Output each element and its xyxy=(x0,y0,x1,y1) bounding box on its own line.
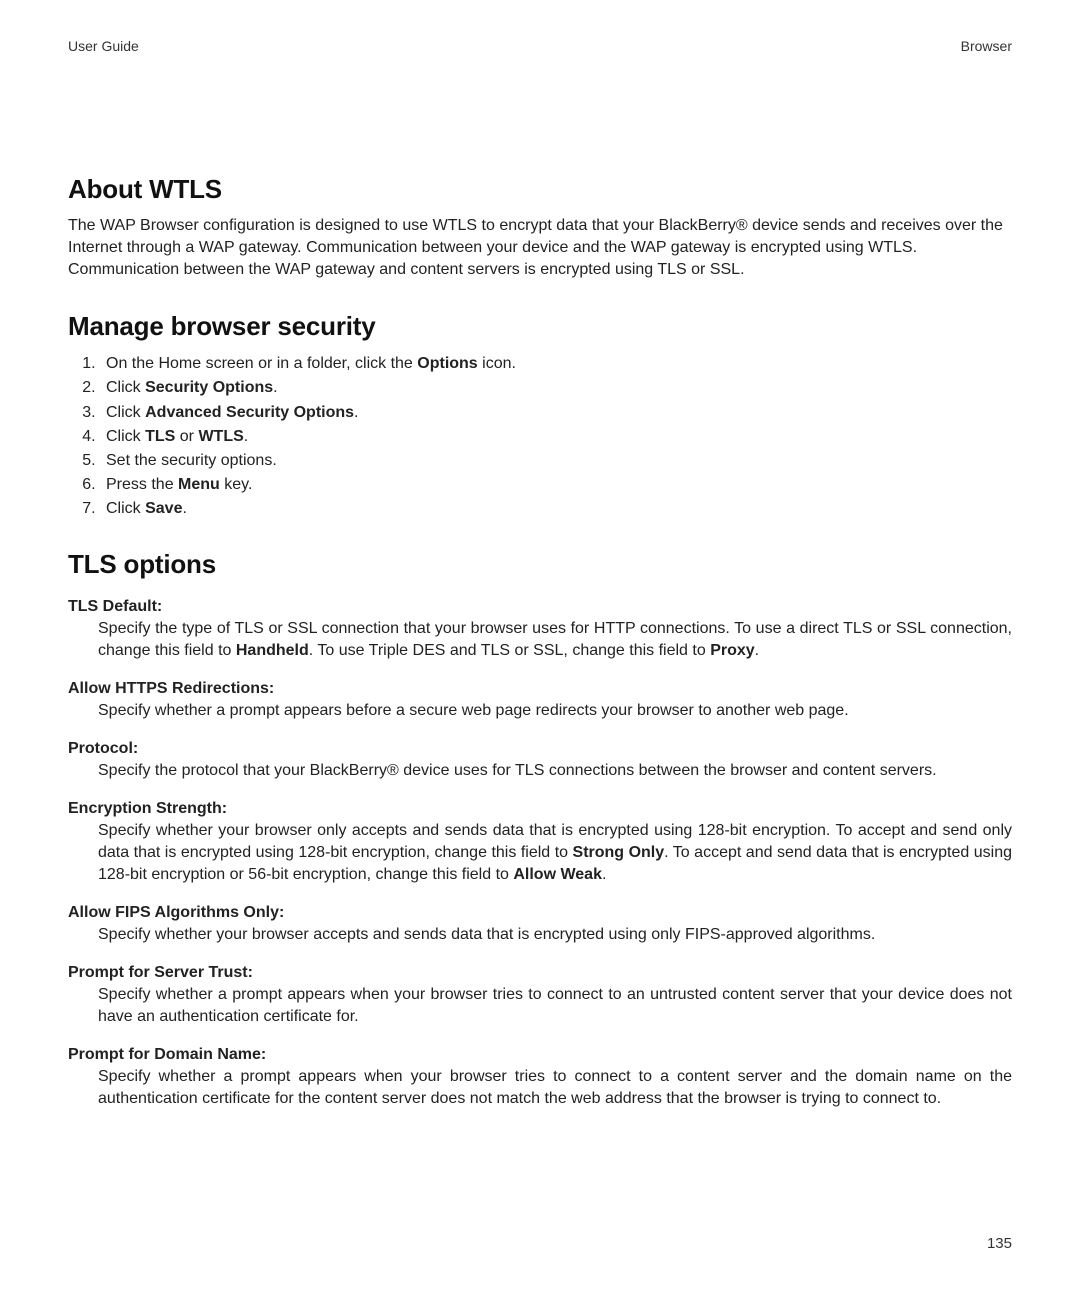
page-header: User Guide Browser xyxy=(68,38,1012,54)
option-block: Protocol: Specify the protocol that your… xyxy=(68,740,1012,782)
option-desc: Specify whether your browser only accept… xyxy=(98,820,1012,886)
heading-manage-browser-security: Manage browser security xyxy=(68,311,1012,342)
option-term: Allow HTTPS Redirections: xyxy=(68,680,1012,698)
desc-text: Specify whether a prompt appears when yo… xyxy=(98,1068,1012,1107)
step-bold: Save xyxy=(145,500,182,517)
option-block: Encryption Strength: Specify whether you… xyxy=(68,800,1012,886)
step-bold: Options xyxy=(417,355,477,372)
heading-tls-options: TLS options xyxy=(68,549,1012,580)
desc-text: Specify the protocol that your BlackBerr… xyxy=(98,762,937,779)
option-block: TLS Default: Specify the type of TLS or … xyxy=(68,598,1012,662)
desc-bold: Handheld xyxy=(236,642,309,659)
step-item: Set the security options. xyxy=(100,449,1012,472)
step-item: Click Save. xyxy=(100,497,1012,520)
step-bold: Menu xyxy=(178,476,220,493)
option-block: Allow FIPS Algorithms Only: Specify whet… xyxy=(68,904,1012,946)
step-text: Press the xyxy=(106,476,178,493)
option-term: Protocol: xyxy=(68,740,1012,758)
desc-text: Specify whether your browser accepts and… xyxy=(98,926,875,943)
step-text: icon. xyxy=(478,355,516,372)
option-term: Allow FIPS Algorithms Only: xyxy=(68,904,1012,922)
step-text: Set the security options. xyxy=(106,452,277,469)
desc-text: . xyxy=(602,866,606,883)
step-bold: TLS xyxy=(145,428,175,445)
desc-text: . To use Triple DES and TLS or SSL, chan… xyxy=(309,642,710,659)
step-text: or xyxy=(175,428,198,445)
desc-text: Specify whether a prompt appears before … xyxy=(98,702,849,719)
step-text: On the Home screen or in a folder, click… xyxy=(106,355,417,372)
step-item: On the Home screen or in a folder, click… xyxy=(100,352,1012,375)
desc-bold: Allow Weak xyxy=(513,866,602,883)
option-term: TLS Default: xyxy=(68,598,1012,616)
step-bold: Security Options xyxy=(145,379,273,396)
step-text: . xyxy=(182,500,186,517)
option-desc: Specify whether a prompt appears before … xyxy=(98,700,1012,722)
option-term: Prompt for Domain Name: xyxy=(68,1046,1012,1064)
option-desc: Specify whether a prompt appears when yo… xyxy=(98,1066,1012,1110)
desc-bold: Strong Only xyxy=(573,844,665,861)
header-left: User Guide xyxy=(68,38,139,54)
paragraph-about-wtls: The WAP Browser configuration is designe… xyxy=(68,215,1012,281)
step-bold: Advanced Security Options xyxy=(145,404,354,421)
option-block: Prompt for Domain Name: Specify whether … xyxy=(68,1046,1012,1110)
document-page: User Guide Browser About WTLS The WAP Br… xyxy=(0,0,1080,1296)
step-text: . xyxy=(273,379,277,396)
option-desc: Specify whether a prompt appears when yo… xyxy=(98,984,1012,1028)
header-right: Browser xyxy=(961,38,1012,54)
option-term: Encryption Strength: xyxy=(68,800,1012,818)
desc-text: Specify whether a prompt appears when yo… xyxy=(98,986,1012,1025)
step-text: . xyxy=(354,404,358,421)
option-term: Prompt for Server Trust: xyxy=(68,964,1012,982)
step-bold: WTLS xyxy=(198,428,243,445)
step-text: key. xyxy=(220,476,253,493)
step-item: Click TLS or WTLS. xyxy=(100,425,1012,448)
page-number: 135 xyxy=(987,1235,1012,1252)
option-block: Allow HTTPS Redirections: Specify whethe… xyxy=(68,680,1012,722)
option-desc: Specify the protocol that your BlackBerr… xyxy=(98,760,1012,782)
step-text: Click xyxy=(106,500,145,517)
step-text: Click xyxy=(106,379,145,396)
steps-list: On the Home screen or in a folder, click… xyxy=(68,352,1012,520)
option-desc: Specify whether your browser accepts and… xyxy=(98,924,1012,946)
heading-about-wtls: About WTLS xyxy=(68,174,1012,205)
step-text: . xyxy=(244,428,248,445)
step-text: Click xyxy=(106,428,145,445)
desc-bold: Proxy xyxy=(710,642,754,659)
option-block: Prompt for Server Trust: Specify whether… xyxy=(68,964,1012,1028)
step-item: Click Security Options. xyxy=(100,376,1012,399)
option-desc: Specify the type of TLS or SSL connectio… xyxy=(98,618,1012,662)
step-item: Press the Menu key. xyxy=(100,473,1012,496)
step-text: Click xyxy=(106,404,145,421)
step-item: Click Advanced Security Options. xyxy=(100,401,1012,424)
desc-text: . xyxy=(755,642,759,659)
